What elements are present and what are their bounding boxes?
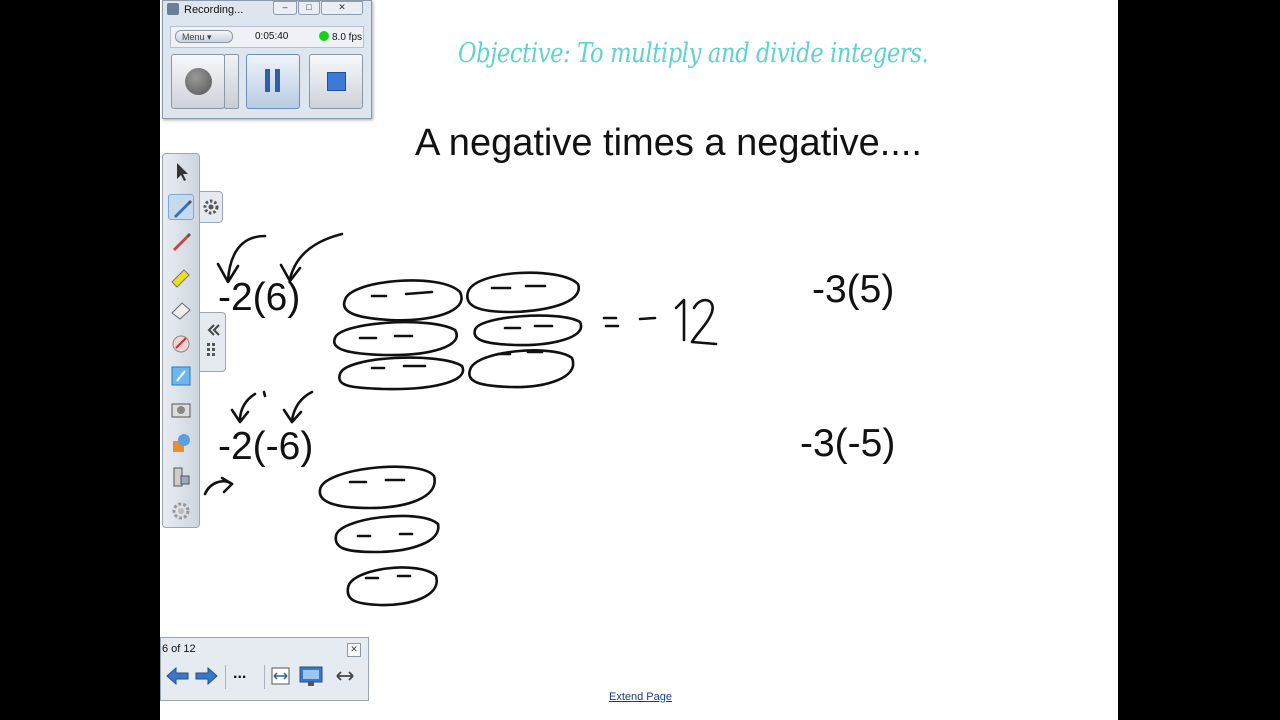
- dock-toggle-button[interactable]: [331, 663, 359, 689]
- divider: [264, 665, 265, 689]
- monitor-icon: [299, 666, 323, 686]
- double-arrow-icon: [336, 671, 354, 681]
- eraser-icon[interactable]: [168, 296, 194, 322]
- settings-icon[interactable]: [168, 498, 194, 524]
- creative-pen-icon[interactable]: [168, 228, 194, 254]
- previous-page-button[interactable]: [163, 663, 191, 689]
- record-button[interactable]: [171, 54, 225, 109]
- arrow-left-icon: [166, 666, 189, 686]
- magic-pen-icon[interactable]: [168, 330, 194, 356]
- recorder-app-icon: [167, 3, 179, 15]
- maximize-button[interactable]: □: [298, 1, 320, 15]
- ink-oval: [338, 356, 465, 391]
- recorder-window: Recording... – □ ✕ Menu ▾ 0:05:40 8.0 fp…: [162, 0, 372, 119]
- page-width-button[interactable]: [267, 663, 295, 689]
- navigator-close-button[interactable]: ✕: [347, 643, 361, 657]
- table-tool-icon[interactable]: [168, 464, 194, 490]
- page-indicator: 6 of 12: [162, 643, 196, 655]
- ink-oval: [466, 271, 580, 314]
- highlighter-icon[interactable]: [168, 262, 194, 288]
- page-navigator: 6 of 12 ✕ ...: [160, 637, 369, 701]
- close-button[interactable]: ✕: [321, 1, 363, 15]
- ink-oval: [346, 566, 438, 607]
- minimize-button[interactable]: –: [273, 1, 297, 15]
- ink-oval: [318, 465, 436, 510]
- arrow-right-icon: [195, 666, 218, 686]
- more-options-button[interactable]: ...: [233, 665, 246, 683]
- stop-icon: [327, 72, 346, 91]
- status-dot-icon: [319, 31, 329, 41]
- ink-oval: [332, 320, 458, 357]
- ink-oval: [334, 514, 440, 554]
- ink-oval: [473, 314, 583, 347]
- fit-width-icon: [271, 667, 290, 685]
- full-screen-button[interactable]: [297, 663, 325, 689]
- pause-button[interactable]: [246, 54, 300, 109]
- ink-oval: [342, 279, 463, 322]
- elapsed-time: 0:05:40: [255, 31, 289, 42]
- pause-icon: [265, 69, 280, 92]
- fill-shapes-icon[interactable]: [168, 430, 194, 456]
- divider: [225, 665, 226, 689]
- gear-icon: [203, 199, 219, 215]
- recorder-title: Recording...: [167, 3, 243, 16]
- toolbar-collapse-handle[interactable]: [199, 312, 226, 372]
- text-tool-icon[interactable]: [168, 363, 194, 389]
- next-page-button[interactable]: [193, 663, 221, 689]
- select-arrow-icon[interactable]: [168, 159, 194, 185]
- ink-oval: [468, 349, 575, 389]
- tool-properties-button[interactable]: [199, 191, 223, 223]
- double-chevron-left-icon: [207, 324, 220, 356]
- recorder-status-bar: Menu ▾ 0:05:40 8.0 fps: [170, 26, 364, 48]
- tools-toolbar: [162, 153, 200, 528]
- fps-indicator: 8.0 fps: [319, 31, 362, 43]
- menu-dropdown[interactable]: Menu ▾: [175, 30, 233, 43]
- extend-page-link[interactable]: Extend Page: [609, 691, 672, 703]
- pen-icon[interactable]: [168, 194, 194, 220]
- stop-button[interactable]: [309, 54, 363, 109]
- record-icon: [185, 68, 212, 95]
- record-options-dropdown[interactable]: [224, 54, 239, 109]
- screen-capture-icon[interactable]: [168, 397, 194, 423]
